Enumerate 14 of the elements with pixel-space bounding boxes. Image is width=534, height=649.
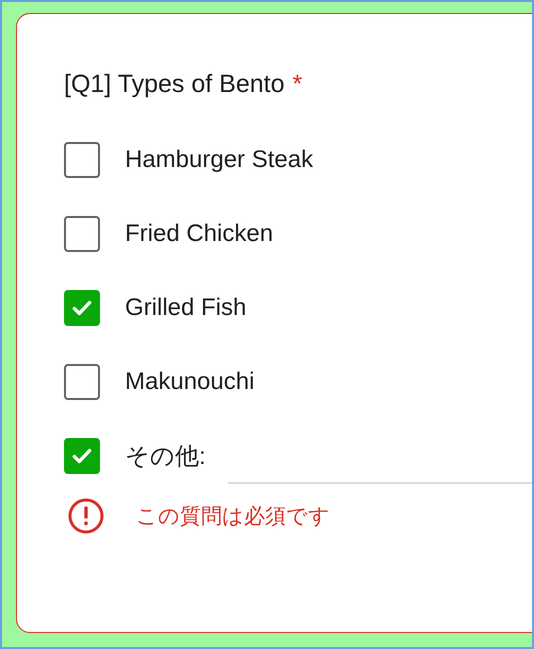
error-icon (68, 498, 104, 534)
error-message: この質問は必須です (136, 504, 330, 530)
checkbox[interactable] (64, 290, 100, 326)
option-label: Grilled Fish (125, 294, 246, 322)
question-title: [Q1] Types of Bento (64, 70, 285, 99)
required-mark: * (292, 70, 302, 99)
checkbox[interactable] (64, 142, 100, 178)
option-label: その他: (125, 442, 206, 472)
option-label: Makunouchi (125, 368, 254, 396)
option-label: Hamburger Steak (125, 146, 314, 174)
checkbox[interactable] (64, 364, 100, 400)
option-label: Fried Chicken (125, 220, 274, 248)
checkbox[interactable] (64, 438, 100, 474)
checkbox[interactable] (64, 216, 100, 252)
